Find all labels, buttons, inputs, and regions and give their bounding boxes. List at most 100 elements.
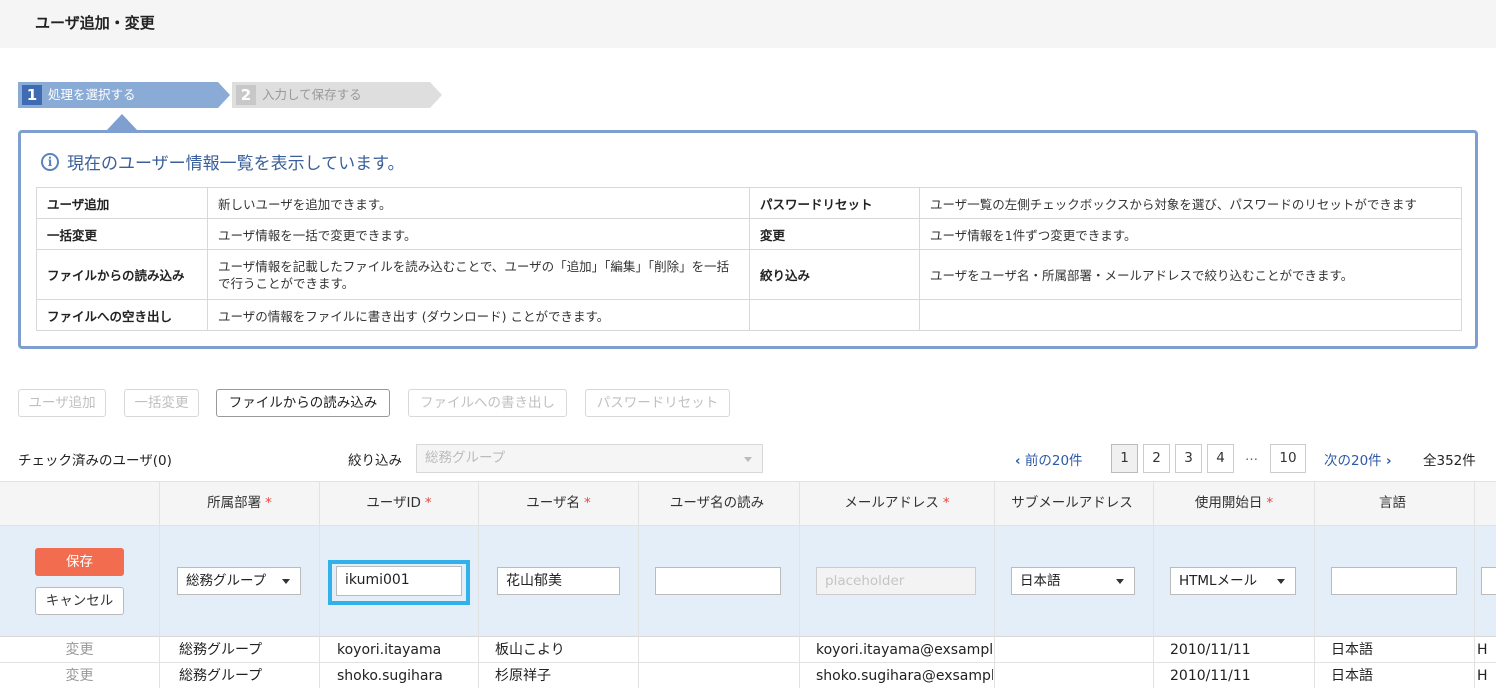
user-name-input[interactable]: 花山郁美 <box>497 567 620 595</box>
step-label: 処理を選択する <box>48 87 136 102</box>
email-input[interactable]: placeholder <box>816 567 976 595</box>
info-key: パスワードリセット <box>749 187 920 219</box>
import-file-button[interactable]: ファイルからの読み込み <box>216 389 390 417</box>
row-extra: H <box>1477 668 1488 684</box>
column-divider <box>1153 526 1154 688</box>
chevron-down-icon <box>744 457 752 462</box>
table-row: 変更 総務グループ shoko.sugihara 杉原祥子 shoko.sugi… <box>0 663 1496 688</box>
page-button-2[interactable]: 2 <box>1143 444 1170 473</box>
column-header-reading[interactable]: ユーザ名の読み <box>638 481 799 526</box>
info-value: ユーザ情報を記載したファイルを読み込むことで、ユーザの「追加」「編集」「削除」を… <box>207 249 750 300</box>
column-divider <box>319 526 320 688</box>
next-page-label: 次の20件 <box>1324 453 1382 469</box>
column-divider <box>159 526 160 688</box>
step-2: 2 入力して保存する <box>232 82 442 108</box>
column-header-sub-email[interactable]: サブメールアドレス <box>994 481 1153 526</box>
next-page-link[interactable]: 次の20件 › <box>1324 449 1392 469</box>
row-department: 総務グループ <box>179 668 263 684</box>
info-panel: i 現在のユーザー情報一覧を表示しています。 ユーザ追加 新しいユーザを追加でき… <box>18 130 1478 349</box>
info-key: 絞り込み <box>749 249 920 300</box>
row-user-id: shoko.sugihara <box>337 668 443 684</box>
bulk-change-button[interactable]: 一括変更 <box>124 389 199 417</box>
info-value: ユーザ一覧の左側チェックボックスから対象を選び、パスワードのリセットができます <box>919 187 1462 219</box>
chevron-right-icon: › <box>1385 453 1392 469</box>
row-user-name: 杉原祥子 <box>495 668 551 684</box>
row-change-link[interactable]: 変更 <box>0 637 159 663</box>
pagination-ellipsis: … <box>1245 449 1258 464</box>
filter-value: 総務グループ <box>425 450 506 466</box>
column-header-language[interactable]: 言語 <box>1314 481 1474 526</box>
department-value: 総務グループ <box>186 573 267 589</box>
column-divider <box>1314 526 1315 688</box>
row-language: 日本語 <box>1331 642 1373 658</box>
column-header-email[interactable]: メールアドレス * <box>799 481 994 526</box>
info-key: ファイルへの空き出し <box>36 299 208 331</box>
step-number: 1 <box>22 85 42 105</box>
chevron-down-icon <box>1116 579 1124 584</box>
mail-format-select[interactable]: HTMLメール <box>1170 567 1296 595</box>
step-1: 1 処理を選択する <box>18 82 230 108</box>
page-button-1[interactable]: 1 <box>1111 444 1138 473</box>
info-key <box>749 299 920 331</box>
extra-input[interactable] <box>1481 567 1496 595</box>
chevron-down-icon <box>1277 579 1285 584</box>
row-start-date: 2010/11/11 <box>1170 642 1251 658</box>
page-button-3[interactable]: 3 <box>1175 444 1202 473</box>
cancel-button[interactable]: キャンセル <box>35 587 124 615</box>
page-button-4[interactable]: 4 <box>1207 444 1234 473</box>
chevron-left-icon: ‹ <box>1015 453 1021 469</box>
info-heading: i 現在のユーザー情報一覧を表示しています。 <box>41 149 404 174</box>
column-divider <box>994 526 995 688</box>
column-header-start-date[interactable]: 使用開始日 * <box>1153 481 1314 526</box>
department-select[interactable]: 総務グループ <box>177 567 301 595</box>
info-row: ユーザ追加 新しいユーザを追加できます。 パスワードリセット ユーザ一覧の左側チ… <box>36 187 1462 219</box>
add-user-button[interactable]: ユーザ追加 <box>18 389 106 417</box>
column-divider <box>799 526 800 688</box>
info-icon: i <box>41 152 59 171</box>
info-heading-text: 現在のユーザー情報一覧を表示しています。 <box>67 154 405 174</box>
row-email: koyori.itayama@exsample.com <box>816 642 993 658</box>
page-header: ユーザ追加・変更 <box>0 0 1496 48</box>
step-number: 2 <box>236 85 256 105</box>
column-header-user-id[interactable]: ユーザID * <box>319 481 478 526</box>
row-user-id: koyori.itayama <box>337 642 442 658</box>
info-table: ユーザ追加 新しいユーザを追加できます。 パスワードリセット ユーザ一覧の左側チ… <box>36 187 1462 331</box>
prev-page-link[interactable]: ‹ 前の20件 <box>1015 449 1083 469</box>
column-header-department[interactable]: 所属部署 * <box>159 481 319 526</box>
reading-input[interactable] <box>655 567 781 595</box>
info-value <box>919 299 1462 331</box>
page-button-10[interactable]: 10 <box>1270 444 1306 473</box>
column-divider <box>478 526 479 688</box>
info-value: ユーザの情報をファイルに書き出す (ダウンロード) ことができます。 <box>207 299 750 331</box>
row-user-name: 板山こより <box>495 642 565 658</box>
mail-format-value: HTMLメール <box>1179 573 1258 589</box>
column-header-user-name[interactable]: ユーザ名 * <box>478 481 638 526</box>
language-select[interactable]: 日本語 <box>1011 567 1135 595</box>
column-divider <box>1474 526 1475 688</box>
info-value: ユーザ情報を1件ずつ変更できます。 <box>919 218 1462 250</box>
prev-page-label: 前の20件 <box>1024 453 1083 469</box>
info-row: ファイルからの読み込み ユーザ情報を記載したファイルを読み込むことで、ユーザの「… <box>36 249 1462 300</box>
export-file-button[interactable]: ファイルへの書き出し <box>408 389 567 417</box>
row-start-date: 2010/11/11 <box>1170 668 1251 684</box>
chevron-down-icon <box>282 579 290 584</box>
user-id-input[interactable]: ikumi001 <box>336 566 462 596</box>
column-header-extra <box>1474 481 1496 526</box>
row-language: 日本語 <box>1331 668 1373 684</box>
row-email: shoko.sugihara@exsample.com <box>816 668 993 684</box>
step-pointer <box>106 114 138 131</box>
row-change-link[interactable]: 変更 <box>0 663 159 688</box>
password-reset-button[interactable]: パスワードリセット <box>585 389 730 417</box>
page-title: ユーザ追加・変更 <box>35 14 155 32</box>
table-row: 変更 総務グループ koyori.itayama 板山こより koyori.it… <box>0 637 1496 663</box>
filter-select[interactable]: 総務グループ <box>416 444 763 473</box>
info-key: 一括変更 <box>36 218 208 250</box>
info-key: ファイルからの読み込み <box>36 249 208 300</box>
step-label: 入力して保存する <box>262 87 362 102</box>
column-divider <box>638 526 639 688</box>
info-key: ユーザ追加 <box>36 187 208 219</box>
language-input[interactable] <box>1331 567 1457 595</box>
info-value: 新しいユーザを追加できます。 <box>207 187 750 219</box>
save-button[interactable]: 保存 <box>35 548 124 576</box>
row-extra: H <box>1477 642 1488 658</box>
